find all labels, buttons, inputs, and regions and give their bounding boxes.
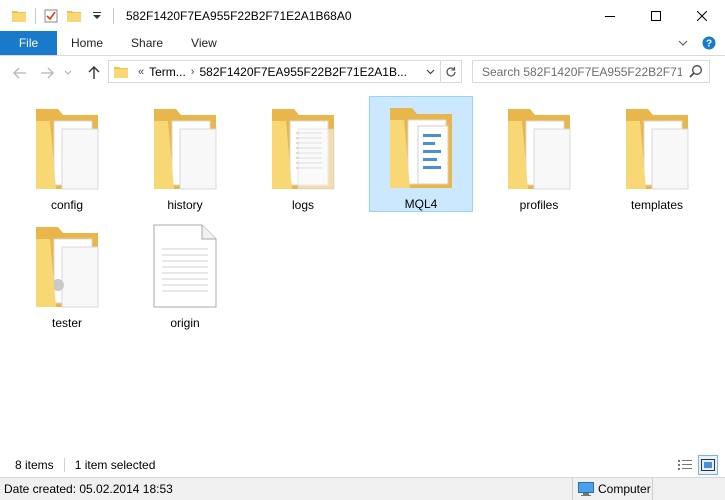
details-view-button[interactable]	[675, 455, 695, 475]
item-label: profiles	[519, 198, 559, 212]
ribbon-tabs: File Home Share View ?	[0, 31, 725, 56]
folder-with-documents-icon	[263, 104, 343, 191]
new-folder-icon[interactable]	[63, 5, 85, 27]
window-title: 582F1420F7EA955F22B2F71E2A1B68A0	[126, 8, 352, 23]
title-bar: 582F1420F7EA955F22B2F71E2A1B68A0	[0, 0, 725, 31]
address-history-button[interactable]	[421, 61, 439, 82]
customize-toolbar-icon[interactable]	[86, 5, 108, 27]
file-item-origin[interactable]: origin	[133, 214, 237, 330]
folder-icon	[114, 66, 128, 78]
folder-item-profiles[interactable]: profiles	[487, 96, 591, 212]
folder-item-templates[interactable]: templates	[605, 96, 709, 212]
close-button[interactable]	[679, 0, 725, 31]
selection-count: 1 item selected	[74, 458, 156, 472]
file-icon	[145, 222, 225, 309]
item-label: logs	[291, 198, 314, 212]
folder-item-mql4[interactable]: MQL4	[369, 96, 473, 212]
large-icons-view-button[interactable]	[698, 455, 718, 475]
help-icon: ?	[702, 36, 716, 50]
item-count: 8 items	[15, 458, 54, 472]
toolbar-divider	[35, 7, 36, 24]
back-button[interactable]	[9, 62, 31, 84]
toolbar-divider	[113, 7, 114, 24]
maximize-button[interactable]	[633, 0, 679, 31]
folder-icon[interactable]	[8, 5, 30, 27]
large-icons-view-icon	[701, 459, 715, 471]
properties-icon[interactable]	[40, 5, 62, 27]
item-label: templates	[630, 198, 684, 212]
date-created: Date created: 05.02.2014 18:53	[4, 482, 173, 496]
breadcrumb-item[interactable]: Term...	[149, 65, 186, 79]
view-switcher	[672, 455, 718, 475]
item-label: history	[167, 198, 203, 212]
quick-access-toolbar	[0, 0, 118, 31]
folder-with-documents-icon	[617, 104, 697, 191]
up-button[interactable]	[83, 62, 105, 84]
item-label: origin	[170, 316, 200, 330]
help-button[interactable]: ?	[699, 33, 719, 53]
chevron-right-icon[interactable]: ›	[191, 66, 195, 78]
search-box[interactable]	[472, 60, 710, 83]
breadcrumb-overflow[interactable]: «	[138, 66, 144, 78]
folder-item-config[interactable]: config	[15, 96, 119, 212]
arrow-left-icon	[13, 67, 26, 79]
item-label: MQL4	[404, 197, 438, 211]
folder-item-tester[interactable]: tester	[15, 214, 119, 330]
chevron-down-icon	[64, 70, 72, 75]
status-bar: 8 items 1 item selected	[0, 453, 725, 477]
status-divider	[63, 458, 65, 472]
folder-with-documents-icon	[27, 104, 107, 191]
tab-file[interactable]: File	[0, 31, 57, 55]
details-bar: Date created: 05.02.2014 18:53 Computer	[0, 477, 725, 500]
minimize-icon	[605, 15, 615, 17]
file-list: config history logs MQL4 profiles templa…	[0, 90, 725, 453]
tab-share[interactable]: Share	[117, 31, 177, 55]
arrow-right-icon	[41, 67, 54, 79]
folder-item-logs[interactable]: logs	[251, 96, 355, 212]
search-icon[interactable]	[689, 64, 703, 78]
folder-with-documents-icon	[381, 105, 461, 190]
forward-button[interactable]	[36, 62, 58, 84]
svg-text:?: ?	[706, 39, 712, 50]
tab-home[interactable]: Home	[57, 31, 117, 55]
window-controls	[587, 0, 725, 31]
resize-grip[interactable]	[652, 478, 725, 500]
folder-with-documents-icon	[499, 104, 579, 191]
location-label: Computer	[598, 482, 651, 496]
tab-view[interactable]: View	[177, 31, 231, 55]
chevron-down-icon	[678, 40, 688, 46]
location-indicator: Computer	[572, 478, 652, 500]
expand-ribbon-button[interactable]	[673, 33, 693, 53]
recent-locations-button[interactable]	[61, 62, 75, 84]
close-icon	[697, 10, 707, 21]
computer-icon	[578, 482, 594, 496]
chevron-down-icon	[426, 69, 434, 74]
arrow-up-icon	[88, 66, 100, 79]
folder-with-documents-icon	[27, 222, 107, 309]
folder-item-history[interactable]: history	[133, 96, 237, 212]
search-input[interactable]	[482, 64, 682, 79]
refresh-button[interactable]	[440, 61, 461, 82]
minimize-button[interactable]	[587, 0, 633, 31]
breadcrumb-item[interactable]: 582F1420F7EA955F22B2F71E2A1B...	[199, 65, 406, 79]
ribbon-options: ?	[667, 31, 719, 55]
maximize-icon	[651, 10, 661, 21]
refresh-icon	[446, 66, 456, 77]
folder-with-documents-icon	[145, 104, 225, 191]
item-label: tester	[51, 316, 82, 330]
item-label: config	[50, 198, 84, 212]
address-bar[interactable]: « Term... › 582F1420F7EA955F22B2F71E2A1B…	[108, 60, 462, 83]
details-view-icon	[678, 460, 692, 470]
